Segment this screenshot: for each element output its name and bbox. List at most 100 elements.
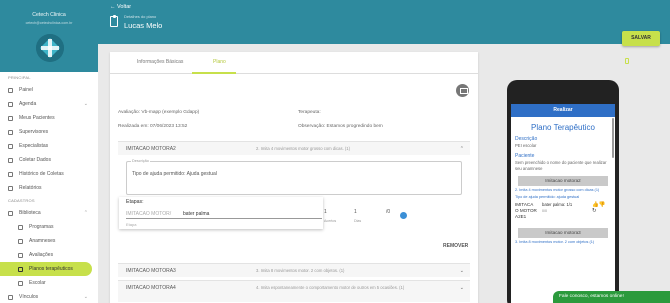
phone-link-1[interactable]: 2. Imita 4 movimentos motor grosso com d…: [515, 188, 611, 193]
phone-link-2[interactable]: Tipo de ajuda permitido: ajuda gestual: [515, 195, 611, 200]
sidebar-item-label: Painel: [19, 87, 33, 93]
accordion-desc: 3. Imita 8 movimentos motor. 2 com objet…: [256, 268, 345, 273]
phone-paciente-label: Paciente: [515, 153, 535, 159]
thumbs-icons[interactable]: 👍👎 ↻: [592, 202, 606, 214]
description-field[interactable]: Descrição Tipo de ajuda permitido: Ajuda…: [126, 159, 462, 195]
accordion-title: IMITACAO MOTORA2: [126, 146, 176, 152]
edit-icon: [8, 157, 13, 163]
phone-preview: Realizar Plano Terapêutico Descrição PEI…: [507, 80, 619, 303]
sidebar-item-agenda[interactable]: Agenda ⌄: [0, 97, 98, 111]
phone-paciente-value: Sem preenchido o nome do paciente que re…: [515, 160, 607, 171]
tab-plano[interactable]: Plano: [213, 59, 226, 65]
library-icon: [8, 210, 13, 216]
accordion-title: IMITACAO MOTORA3: [126, 268, 176, 274]
sidebar-item-label: Relatórios: [19, 185, 42, 191]
etapa-input[interactable]: bater palma: [183, 211, 209, 217]
person-icon: [8, 129, 13, 135]
terapeuta-text: Terapeuta:: [298, 110, 321, 115]
section-principal: PRINCIPAL: [8, 75, 31, 80]
avaliacao-text: Avaliação: Vb-mapp (exemplo Gdapp): [118, 110, 200, 115]
save-button[interactable]: SALVAR: [622, 31, 660, 46]
sidebar: Cetech Clinica cetech@cetechclinica.com.…: [0, 0, 98, 303]
etapa-label: Etapas:: [126, 199, 144, 205]
chevron-down-icon: ⌄: [83, 294, 88, 300]
sidebar-item-label: Histórico de Coletas: [19, 171, 64, 177]
chevron-down-icon: ⌄: [459, 268, 464, 274]
sidebar-item-label: Programas: [29, 224, 54, 230]
sidebar-item-painel[interactable]: Painel: [0, 83, 98, 97]
phone-desc-label: Descrição: [515, 136, 538, 142]
phone-row-name: IMITACA O MOTOR A2E1: [515, 202, 537, 219]
sidebar-item-pacientes[interactable]: Meus Pacientes: [0, 111, 98, 125]
calendar-icon: [8, 101, 13, 107]
phone-section-1: Imitacao motora2: [518, 176, 608, 186]
dias-label: Dias: [354, 219, 362, 223]
sidebar-item-anamneses[interactable]: Anamneses: [0, 234, 98, 248]
doc-icon: [18, 266, 23, 272]
remover-button[interactable]: REMOVER: [443, 243, 468, 249]
org-logo: [36, 34, 64, 62]
tabs: Informações Básicas Plano: [110, 52, 478, 74]
accordion-imitacao-motora4[interactable]: IMITACAO MOTORA4 4. Imita espontaneament…: [118, 280, 470, 302]
doc-icon: [18, 224, 23, 230]
tab-informacoes[interactable]: Informações Básicas: [137, 59, 183, 65]
accordion-imitacao-motora2[interactable]: IMITACAO MOTORA2 2. Imita 4 movimentos m…: [118, 141, 470, 155]
phone-title: Plano Terapêutico: [531, 123, 595, 132]
sidebar-item-historico[interactable]: Histórico de Coletas: [0, 167, 98, 181]
link-icon: [8, 294, 13, 300]
chat-icon[interactable]: [648, 291, 664, 303]
etapa-sep: /0: [386, 209, 391, 215]
sidebar-item-planos[interactable]: Planos terapêuticos: [0, 262, 92, 276]
sidebar-item-label: Biblioteca: [19, 210, 41, 216]
sidebar-item-programas[interactable]: Programas: [0, 220, 98, 234]
accordion-imitacao-motora3[interactable]: IMITACAO MOTORA3 3. Imita 8 movimentos m…: [118, 263, 470, 277]
sidebar-item-avaliacoes[interactable]: Avaliações: [0, 248, 98, 262]
phone-scrollbar[interactable]: [612, 118, 614, 158]
phone-section-2: Imitacao motora3: [518, 228, 608, 238]
sidebar-item-escolar[interactable]: Escolar: [0, 276, 98, 290]
etapa-popup: Etapas: IMITACAO MOTOR/ bater palma Etap…: [119, 197, 323, 229]
sidebar-item-especialistas[interactable]: Especialistas: [0, 139, 98, 153]
chevron-down-icon: ⌄: [83, 101, 88, 107]
phone-header[interactable]: Realizar: [511, 104, 615, 117]
sidebar-item-vinculos[interactable]: Vínculos ⌄: [0, 290, 98, 303]
bookmark-icon[interactable]: [625, 58, 629, 64]
back-label: Voltar: [117, 4, 132, 10]
phone-screen: Realizar Plano Terapêutico Descrição PEI…: [511, 104, 615, 303]
accordion-title: IMITACAO MOTORA4: [126, 285, 176, 291]
sidebar-header: Cetech Clinica cetech@cetechclinica.com.…: [0, 0, 98, 72]
sidebar-item-supervisores[interactable]: Supervisores: [0, 125, 98, 139]
print-button[interactable]: [456, 84, 469, 97]
sidebar-item-label: Vínculos: [19, 294, 39, 300]
doc-icon: [18, 252, 23, 258]
sidebar-item-label: Especialistas: [19, 143, 49, 149]
topbar: ← Voltar Detalhes do plano Lucas Melo: [98, 0, 670, 44]
sidebar-item-relatorios[interactable]: Relatórios: [0, 181, 98, 195]
doc-icon: [18, 238, 23, 244]
phone-row-progress: bater palma: 1/1: [542, 202, 573, 207]
etapa-sublabel: Etapa: [126, 222, 137, 227]
acertos-label: Acertos: [324, 219, 337, 223]
phone-link-3[interactable]: 3. Imita 8 movimentos motor. 2 com objet…: [515, 240, 611, 245]
tab-underline: [192, 72, 236, 74]
sidebar-item-label: Supervisores: [19, 129, 49, 135]
chevron-up-icon: ⌃: [459, 146, 464, 152]
report-icon: [8, 185, 13, 191]
history-icon: [8, 171, 13, 177]
acertos-value[interactable]: 1: [324, 209, 327, 215]
page-title: Lucas Melo: [124, 21, 163, 30]
sidebar-item-biblioteca[interactable]: Biblioteca ⌃: [0, 206, 98, 220]
etapa-name: IMITACAO MOTOR/: [126, 211, 172, 217]
input-underline: [126, 218, 322, 219]
sidebar-item-coletar[interactable]: Coletar Dados: [0, 153, 98, 167]
sidebar-item-label: Coletar Dados: [19, 157, 51, 163]
sidebar-item-label: Avaliações: [29, 252, 54, 258]
back-link[interactable]: ← Voltar: [110, 4, 131, 10]
dias-value[interactable]: 1: [354, 209, 357, 215]
accordion-desc: 4. Imita espontaneamente o comportamento…: [256, 285, 405, 290]
school-icon: [18, 280, 23, 286]
chevron-down-icon: ⌄: [459, 285, 464, 291]
chevron-up-icon: ⌃: [83, 210, 88, 216]
add-step-icon[interactable]: [400, 212, 407, 219]
sidebar-item-label: Escolar: [29, 280, 46, 286]
